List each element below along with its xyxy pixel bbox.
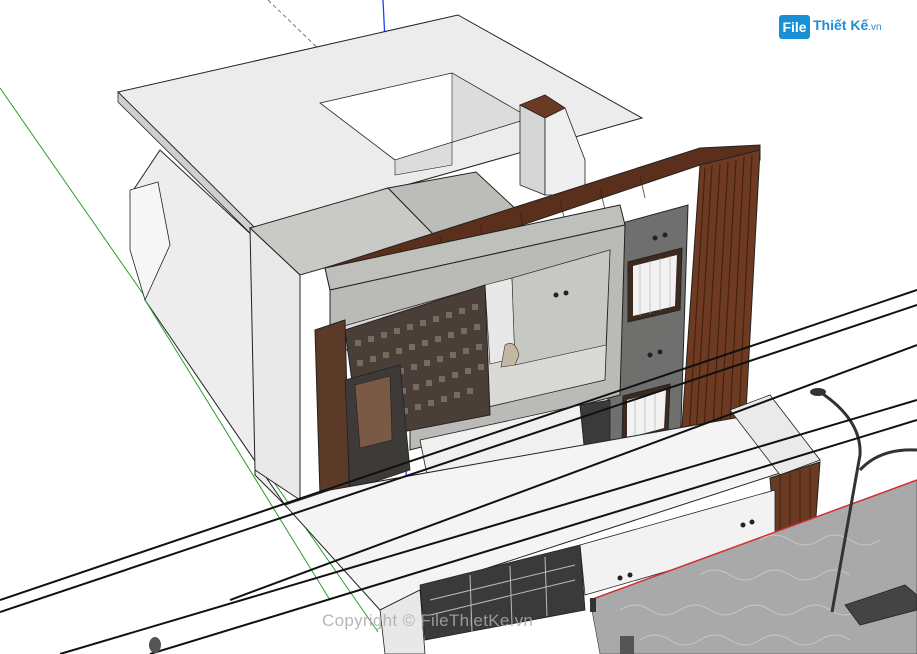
logo-brand: Thiết Kế — [813, 17, 869, 33]
house-3d-model-render — [0, 0, 917, 654]
brand-logo: File Thiết Kế.vn — [779, 14, 887, 40]
logo-text: Thiết Kế.vn — [813, 17, 882, 33]
copyright-watermark: Copyright © FileThietKe.vn — [322, 611, 534, 630]
logo-domain: .vn — [868, 22, 882, 33]
logo-badge: File — [779, 15, 810, 39]
